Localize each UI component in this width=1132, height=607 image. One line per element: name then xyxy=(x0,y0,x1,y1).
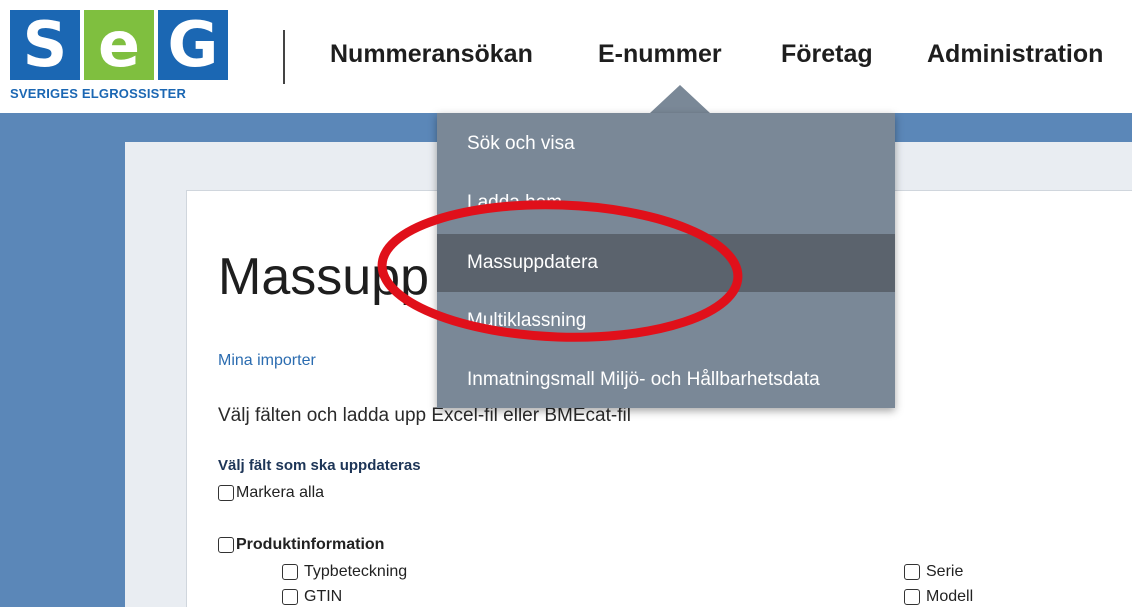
logo-letter-s: S xyxy=(10,10,80,80)
select-all-label: Markera alla xyxy=(236,484,325,501)
group-label: Produktinformation xyxy=(236,536,385,553)
checkbox-box[interactable] xyxy=(904,589,920,605)
field-label: GTIN xyxy=(304,588,343,605)
dropdown-caret xyxy=(650,85,710,113)
e-nummer-dropdown: Sök och visa Ladda hem Massuppdatera Mul… xyxy=(437,113,895,408)
field-label: Typbeteckning xyxy=(304,563,408,580)
page-title: Massupp xyxy=(218,248,429,306)
menu-item-massuppdatera[interactable]: Massuppdatera xyxy=(437,234,895,292)
logo-letter-e: e xyxy=(84,10,154,80)
checkbox-box[interactable] xyxy=(282,589,298,605)
menu-item-ladda-hem[interactable]: Ladda hem xyxy=(437,174,895,232)
mina-importer-link[interactable]: Mina importer xyxy=(218,352,316,370)
logo-tiles: S e G xyxy=(10,10,230,80)
nav-item-foretag[interactable]: Företag xyxy=(781,40,873,69)
site-header: S e G SVERIGES ELGROSSISTER Nummeransöka… xyxy=(0,0,1132,113)
nav-item-administration[interactable]: Administration xyxy=(927,40,1103,69)
checkbox-box[interactable] xyxy=(218,537,234,553)
logo-letter-g: G xyxy=(158,10,228,80)
section-label: Välj fält som ska uppdateras xyxy=(218,457,421,474)
logo-subtitle: SVERIGES ELGROSSISTER xyxy=(10,86,187,101)
field-checkbox-typbeteckning[interactable]: Typbeteckning xyxy=(282,563,407,581)
menu-item-multiklassning[interactable]: Multiklassning xyxy=(437,292,895,350)
menu-item-sok-och-visa[interactable]: Sök och visa xyxy=(437,115,895,173)
select-all-checkbox[interactable]: Markera alla xyxy=(218,484,324,502)
nav-item-e-nummer[interactable]: E-nummer xyxy=(598,40,722,69)
field-checkbox-serie[interactable]: Serie xyxy=(904,563,963,581)
checkbox-box[interactable] xyxy=(218,485,234,501)
group-checkbox-produktinformation[interactable]: Produktinformation xyxy=(218,536,384,554)
menu-item-inmatningsmall[interactable]: Inmatningsmall Miljö- och Hållbarhetsdat… xyxy=(437,351,895,409)
nav-item-nummeransokan[interactable]: Nummeransökan xyxy=(330,40,533,69)
field-label: Modell xyxy=(926,588,974,605)
field-checkbox-gtin[interactable]: GTIN xyxy=(282,588,342,606)
checkbox-box[interactable] xyxy=(282,564,298,580)
seg-logo[interactable]: S e G SVERIGES ELGROSSISTER xyxy=(10,10,230,105)
checkbox-box[interactable] xyxy=(904,564,920,580)
field-checkbox-modell[interactable]: Modell xyxy=(904,588,973,606)
field-label: Serie xyxy=(926,563,964,580)
header-divider xyxy=(283,30,285,84)
